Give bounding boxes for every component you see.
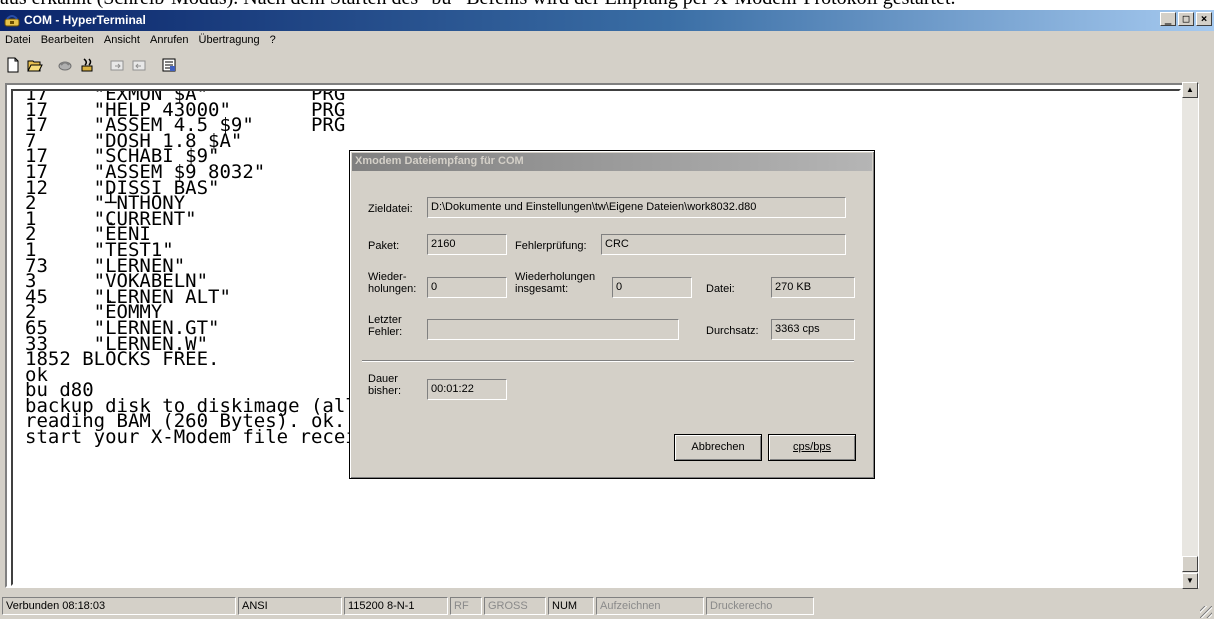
status-aufzeichnen: Aufzeichnen bbox=[596, 597, 704, 615]
wiederholungen-gesamt-field: 0 bbox=[612, 277, 692, 298]
menu-anrufen[interactable]: Anrufen bbox=[145, 31, 194, 50]
abbrechen-button[interactable]: Abbrechen bbox=[674, 434, 762, 461]
paket-label: Paket: bbox=[368, 240, 400, 252]
menu-bar: Datei Bearbeiten Ansicht Anrufen Übertra… bbox=[0, 31, 281, 50]
wiederholungen-gesamt-label-line2: insgesamt: bbox=[515, 283, 569, 295]
send-icon[interactable] bbox=[106, 54, 128, 76]
menu-bearbeiten[interactable]: Bearbeiten bbox=[36, 31, 99, 50]
cps-bps-label: cps/bps bbox=[793, 441, 831, 453]
dauer-label: Dauer bisher: bbox=[368, 373, 401, 397]
dialog-separator bbox=[362, 360, 854, 362]
wiederholungen-label: Wieder- holungen: bbox=[368, 271, 416, 295]
window-title: COM - HyperTerminal bbox=[24, 13, 146, 27]
fehlerpruefung-label: Fehlerprüfung: bbox=[515, 240, 587, 252]
hyperterminal-phone-icon bbox=[4, 15, 20, 27]
dauer-label-line1: Dauer bbox=[368, 373, 398, 385]
menu-datei[interactable]: Datei bbox=[0, 31, 36, 50]
letzter-fehler-label-line2: Fehler: bbox=[368, 326, 403, 338]
menu-ansicht[interactable]: Ansicht bbox=[99, 31, 145, 50]
letzter-fehler-field bbox=[427, 319, 679, 340]
wiederholungen-gesamt-label: Wiederholungen insgesamt: bbox=[515, 271, 595, 295]
receive-icon[interactable] bbox=[128, 54, 150, 76]
letzter-fehler-label: Letzter Fehler: bbox=[368, 314, 402, 338]
maximize-button[interactable]: □ bbox=[1178, 12, 1194, 26]
properties-icon[interactable] bbox=[158, 54, 180, 76]
background-document-text: aus erkannt (Schreib-Modus). Nach dem St… bbox=[0, 0, 1214, 10]
vertical-scrollbar[interactable]: ▲ ▼ bbox=[1182, 82, 1198, 589]
status-rf: RF bbox=[450, 597, 482, 615]
durchsatz-label: Durchsatz: bbox=[706, 325, 759, 337]
zieldatei-label: Zieldatei: bbox=[368, 203, 413, 215]
menu-help[interactable]: ? bbox=[265, 31, 281, 50]
durchsatz-field: 3363 cps bbox=[771, 319, 855, 340]
datei-label: Datei: bbox=[706, 283, 735, 295]
dialog-title: Xmodem Dateiempfang für COM bbox=[355, 155, 524, 167]
dauer-field: 00:01:22 bbox=[427, 379, 507, 400]
paket-field: 2160 bbox=[427, 234, 507, 255]
status-gross: GROSS bbox=[484, 597, 546, 615]
cps-bps-button[interactable]: cps/bps bbox=[768, 434, 856, 461]
status-druckerecho: Druckerecho bbox=[706, 597, 814, 615]
status-emulation: ANSI bbox=[238, 597, 342, 615]
background-text-line: aus erkannt (Schreib-Modus). Nach dem St… bbox=[0, 0, 956, 10]
open-icon[interactable] bbox=[24, 54, 46, 76]
dauer-label-line2: bisher: bbox=[368, 385, 402, 397]
xmodem-receive-dialog: Xmodem Dateiempfang für COM Zieldatei: D… bbox=[349, 150, 875, 479]
scroll-thumb[interactable] bbox=[1182, 556, 1198, 572]
status-port-settings: 115200 8-N-1 bbox=[344, 597, 448, 615]
status-num: NUM bbox=[548, 597, 594, 615]
close-button[interactable]: × bbox=[1196, 12, 1212, 26]
disconnect-icon[interactable] bbox=[76, 54, 98, 76]
fehlerpruefung-field: CRC bbox=[601, 234, 846, 255]
zieldatei-field: D:\Dokumente und Einstellungen\tw\Eigene… bbox=[427, 197, 846, 218]
new-icon[interactable] bbox=[2, 54, 24, 76]
minimize-button[interactable]: _ bbox=[1160, 12, 1176, 26]
resize-grip-icon[interactable] bbox=[1200, 606, 1212, 618]
call-icon[interactable] bbox=[54, 54, 76, 76]
wiederholungen-label-line1: Wieder- bbox=[368, 271, 407, 283]
wiederholungen-gesamt-label-line1: Wiederholungen bbox=[515, 271, 596, 283]
menu-uebertragung[interactable]: Übertragung bbox=[194, 31, 265, 50]
wiederholungen-field: 0 bbox=[427, 277, 507, 298]
toolbar bbox=[2, 52, 180, 78]
status-bar: Verbunden 08:18:03 ANSI 115200 8-N-1 RF … bbox=[0, 595, 1214, 617]
wiederholungen-label-line2: holungen: bbox=[368, 283, 417, 295]
scroll-down-icon[interactable]: ▼ bbox=[1182, 573, 1198, 589]
title-bar[interactable]: COM - HyperTerminal _ □ × bbox=[0, 10, 1214, 31]
status-connected: Verbunden 08:18:03 bbox=[2, 597, 236, 615]
scroll-up-icon[interactable]: ▲ bbox=[1182, 82, 1198, 98]
letzter-fehler-label-line1: Letzter bbox=[368, 314, 402, 326]
datei-field: 270 KB bbox=[771, 277, 855, 298]
dialog-title-bar[interactable]: Xmodem Dateiempfang für COM bbox=[352, 153, 872, 171]
